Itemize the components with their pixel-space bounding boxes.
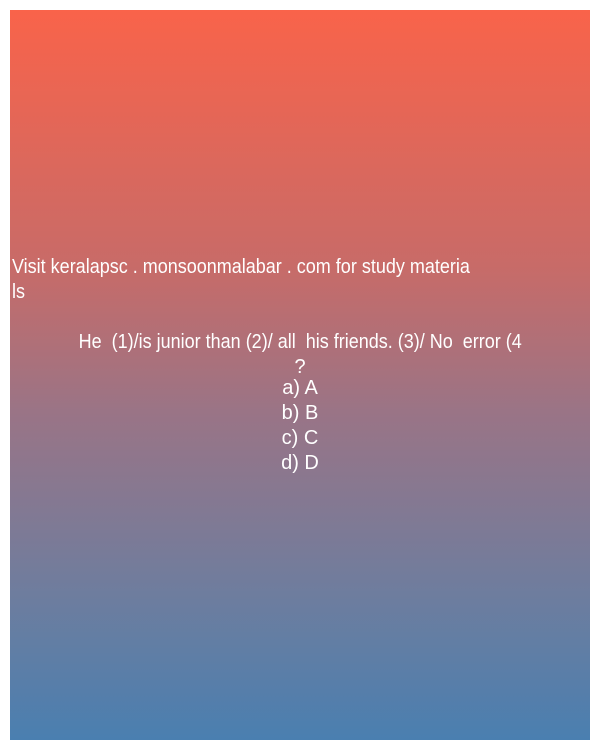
option-d[interactable]: d) D — [10, 451, 590, 476]
option-b[interactable]: b) B — [10, 401, 590, 426]
question-text: He (1)/is junior than (2)/ all his frien… — [10, 330, 590, 355]
question-card: Visit keralapsc . monsoonmalabar . com f… — [10, 10, 590, 740]
option-c[interactable]: c) C — [10, 426, 590, 451]
promo-text-continued: ls — [12, 281, 26, 303]
option-a[interactable]: a) A — [10, 376, 590, 401]
question-line: He (1)/is junior than (2)/ all his frien… — [78, 331, 522, 353]
promo-text: Visit keralapsc . monsoonmalabar . com f… — [12, 256, 470, 278]
